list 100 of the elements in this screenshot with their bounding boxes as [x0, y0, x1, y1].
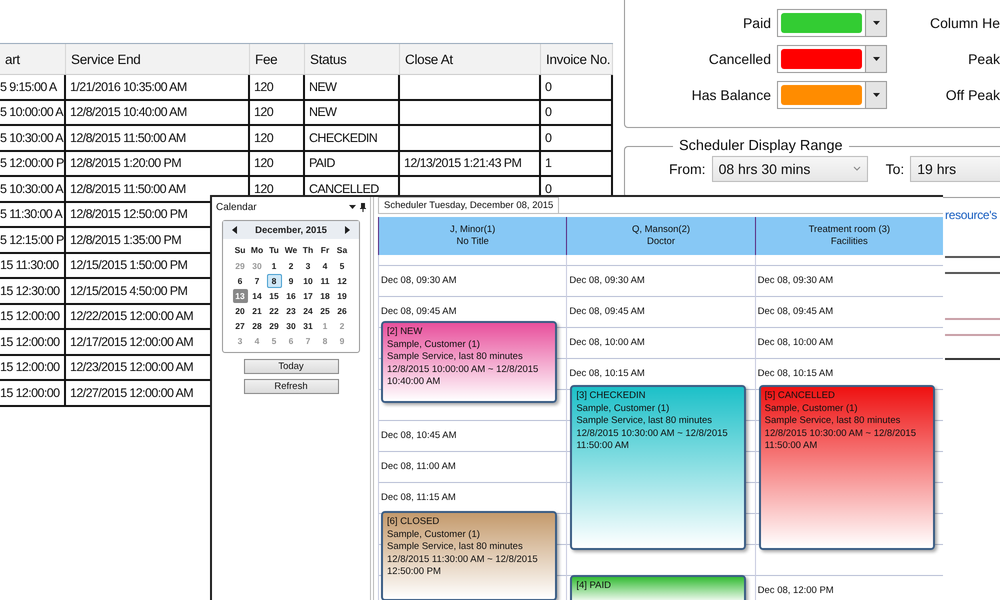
calendar-day[interactable]: 22 [266, 304, 282, 318]
table-cell: 120 [250, 126, 305, 150]
calendar-day[interactable]: 16 [284, 288, 298, 302]
time-slot-label: Dec 08, 11:00 AM [381, 461, 456, 472]
table-cell: 12/8/2015 1:20:00 PM [66, 152, 250, 175]
dropdown-icon[interactable] [349, 203, 356, 211]
calendar-day[interactable]: 7 [250, 274, 264, 288]
calendar-day[interactable]: 28 [250, 318, 264, 332]
calendar-day[interactable]: 31 [300, 318, 316, 332]
table-cell: 5 12:15:00 P [0, 228, 66, 252]
table-cell: 15 12:30:00 [0, 279, 66, 302]
calendar-day[interactable]: 25 [318, 304, 332, 318]
resource-header: J, Minor(1) No Title [378, 217, 566, 255]
table-cell: 120 [250, 100, 305, 124]
to-label: To: [886, 161, 904, 177]
color-picker[interactable] [777, 45, 887, 73]
table-cell: 120 [250, 75, 305, 98]
calendar-day[interactable]: 29 [266, 318, 282, 332]
color-label: Has Balance [690, 87, 772, 103]
resource-link[interactable]: resource's [945, 208, 997, 222]
scheduler-tab[interactable]: Scheduler Tuesday, December 08, 2015 [378, 197, 560, 213]
time-slot-label: Dec 08, 09:30 AM [569, 275, 645, 286]
column-header[interactable]: Status [305, 44, 400, 74]
resource-header: Treatment room (3) Facilities [754, 217, 943, 255]
table-cell: 5 11:30:00 A [0, 202, 66, 226]
setting-label: Off Peak [944, 87, 1000, 103]
time-slot-label: Dec 08, 09:30 AM [381, 275, 457, 286]
appointment-card[interactable]: [2] NEW Sample, Customer (1) Sample Service, last 80 minutes 12/8/2015 10:00:00 AM ~ 12/8/2015 10:40:00 AM [381, 321, 557, 403]
weekday-label: We [284, 244, 298, 257]
time-slot-label: Dec 08, 10:00 AM [758, 337, 834, 348]
calendar-day[interactable]: 12 [334, 274, 350, 288]
calendar-day[interactable]: 5 [334, 258, 350, 272]
table-cell: 15 12:00:00 [0, 381, 66, 404]
calendar-day[interactable]: 3 [300, 258, 316, 272]
calendar-day[interactable]: 26 [334, 304, 350, 318]
column-header[interactable]: Service End [66, 44, 250, 74]
calendar-button[interactable]: Today [244, 359, 338, 374]
to-select[interactable]: 19 hrs [910, 156, 1000, 182]
calendar-day[interactable]: 19 [334, 288, 350, 302]
appointment-card[interactable]: [4] PAID [570, 575, 746, 600]
time-slot-label: Dec 08, 10:45 AM [381, 430, 457, 441]
calendar-day[interactable]: 9 [284, 274, 298, 288]
time-slot-label: Dec 08, 12:00 PM [758, 585, 834, 596]
calendar-day[interactable]: 13 [232, 288, 248, 302]
appointment-card[interactable]: [5] CANCELLED Sample, Customer (1) Sample Service, last 80 minutes 12/8/2015 10:30:00 AM ~ 12/8/2015 11:50:00 AM [758, 385, 935, 550]
calendar-button[interactable]: Refresh [244, 379, 338, 394]
dropdown-icon[interactable] [872, 19, 880, 27]
calendar-day[interactable]: 30 [284, 318, 298, 332]
setting-label: Peak [967, 51, 1000, 67]
table-cell: 12/13/2015 1:21:43 PM [400, 152, 541, 175]
setting-label: Column He [928, 15, 1000, 31]
calendar-day[interactable]: 18 [318, 288, 332, 302]
calendar-day[interactable]: 15 [266, 288, 282, 302]
from-select[interactable]: 08 hrs 30 mins [712, 156, 868, 182]
previous-icon[interactable] [231, 226, 238, 234]
calendar-day[interactable]: 11 [318, 274, 332, 288]
appointment-card[interactable]: [6] CLOSED Sample, Customer (1) Sample Service, last 80 minutes 12/8/2015 11:30:00 AM ~ 12/8/2015 12:50:00 PM [381, 511, 557, 600]
table-cell: 15 11:30:00 [0, 254, 66, 277]
table-cell: PAID [305, 152, 400, 175]
color-picker[interactable] [777, 9, 887, 37]
calendar-day[interactable]: 10 [300, 274, 316, 288]
weekday-label: Sa [336, 244, 348, 257]
color-picker[interactable] [777, 81, 887, 109]
pin-icon[interactable] [360, 202, 366, 212]
table-cell: 15 12:00:00 [0, 356, 66, 379]
column-header[interactable]: Close At [400, 44, 541, 74]
dropdown-icon[interactable] [872, 55, 880, 63]
table-cell: NEW [305, 75, 400, 98]
calendar-day[interactable]: 23 [284, 304, 298, 318]
calendar-day[interactable]: 17 [300, 288, 316, 302]
time-slot-label: Dec 08, 10:15 AM [569, 368, 645, 379]
calendar-day[interactable]: 2 [284, 258, 298, 272]
month-title: December, 2015 [255, 224, 327, 236]
calendar-day[interactable]: 24 [300, 304, 316, 318]
time-slot-label: Dec 08, 09:45 AM [381, 306, 457, 317]
next-icon[interactable] [344, 226, 351, 234]
color-label: Paid [742, 15, 772, 31]
calendar-day[interactable]: 20 [232, 304, 248, 318]
time-slot-label: Dec 08, 10:15 AM [758, 368, 834, 379]
time-slot-label: Dec 08, 09:45 AM [758, 306, 834, 317]
time-slot-label: Dec 08, 09:30 AM [758, 275, 834, 286]
calendar-day[interactable]: 21 [250, 304, 264, 318]
table-cell: NEW [305, 100, 400, 124]
weekday-label: Tu [268, 244, 280, 257]
dropdown-icon[interactable] [872, 91, 880, 99]
group-title: Scheduler Display Range [678, 138, 844, 154]
time-slot-label: Dec 08, 09:45 AM [569, 306, 645, 317]
table-cell: 5 9:15:00 A [0, 75, 66, 98]
table-cell: CHECKEDIN [305, 126, 400, 150]
weekday-label: Fr [320, 244, 330, 257]
appointment-card[interactable]: [3] CHECKEDIN Sample, Customer (1) Sample Service, last 80 minutes 12/8/2015 10:30:00 AM ~ 12/8/2015 11:50:00 AM [570, 385, 746, 550]
calendar-day[interactable]: 14 [250, 288, 264, 302]
chevron-icon[interactable] [852, 166, 861, 172]
calendar-day[interactable]: 4 [318, 258, 332, 272]
table-cell: 5 10:30:00 A [0, 126, 66, 150]
calendar-day[interactable]: 1 [266, 258, 282, 272]
column-header[interactable]: Fee [250, 44, 305, 74]
calendar-day[interactable]: 8 [266, 274, 282, 288]
table-cell: 5 12:00:00 P [0, 152, 66, 175]
column-header[interactable]: art [0, 44, 66, 74]
